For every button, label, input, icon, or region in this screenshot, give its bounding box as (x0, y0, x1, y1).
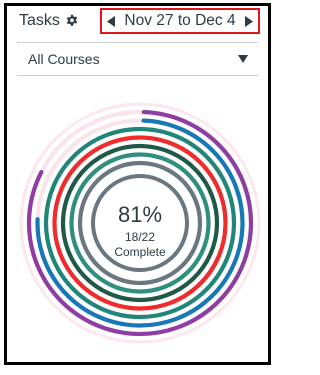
course-filter-select[interactable]: All Courses (17, 43, 258, 75)
tasks-title: Tasks (19, 12, 60, 29)
title-group: Tasks (19, 12, 79, 30)
triangle-down-icon (238, 55, 248, 63)
tasks-widget: Tasks Nov 27 to Dec 4 All Courses 81% 18… (4, 3, 271, 365)
triangle-right-icon[interactable] (244, 14, 254, 28)
gear-icon[interactable] (65, 14, 79, 28)
course-filter-value: All Courses (28, 51, 100, 67)
divider-bottom (17, 75, 258, 76)
triangle-left-icon[interactable] (106, 14, 116, 28)
rings-svg (19, 102, 261, 344)
center-disc (91, 174, 189, 272)
tasks-header: Tasks Nov 27 to Dec 4 (7, 6, 268, 42)
progress-chart: 81% 18/22 Complete (15, 88, 265, 356)
date-range-label: Nov 27 to Dec 4 (124, 12, 236, 29)
date-range-nav: Nov 27 to Dec 4 (100, 8, 260, 34)
